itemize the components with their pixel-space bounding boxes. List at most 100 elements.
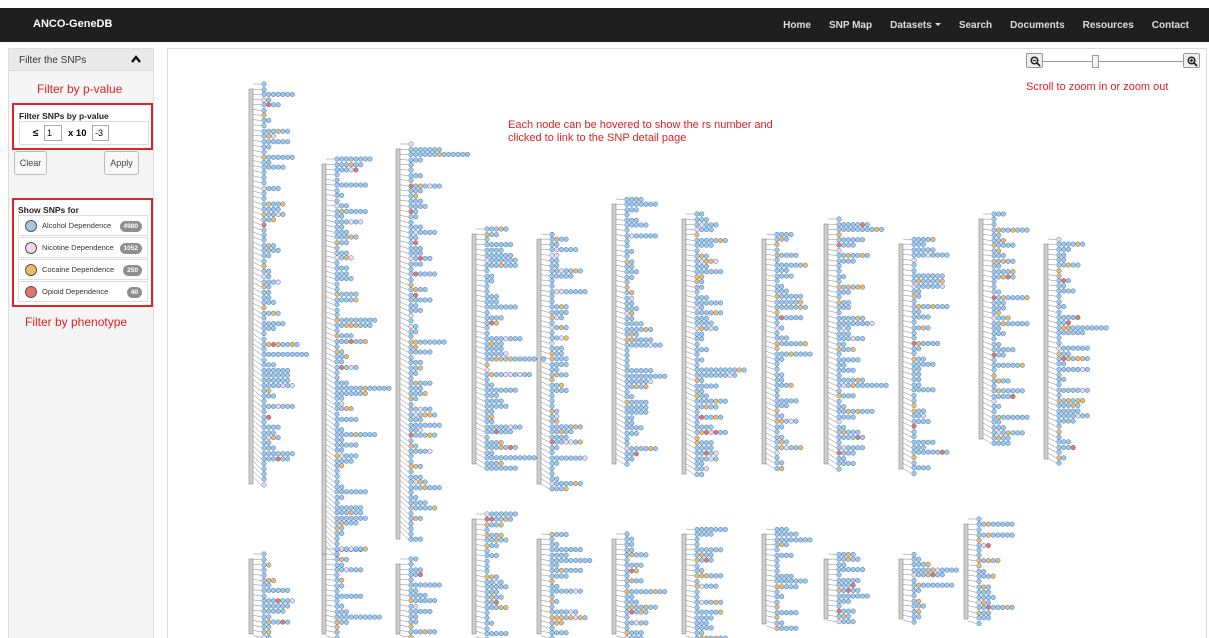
snp-node[interactable] <box>432 582 438 588</box>
snp-node[interactable] <box>417 500 423 506</box>
snp-node[interactable] <box>911 361 917 367</box>
snp-node[interactable] <box>991 419 997 425</box>
nav-home[interactable]: Home <box>783 20 811 31</box>
snp-node[interactable] <box>489 247 495 253</box>
snp-node[interactable] <box>517 424 523 430</box>
snp-node[interactable] <box>1000 331 1006 337</box>
snp-node[interactable] <box>836 466 842 472</box>
snp-node[interactable] <box>558 481 564 487</box>
snp-node[interactable] <box>489 589 495 595</box>
snp-node[interactable] <box>261 476 267 482</box>
snp-node[interactable] <box>408 198 414 204</box>
snp-node[interactable] <box>549 445 555 451</box>
snp-node[interactable] <box>708 269 714 275</box>
snp-node[interactable] <box>694 563 700 569</box>
snp-node[interactable] <box>1015 430 1021 436</box>
snp-node[interactable] <box>1065 330 1071 336</box>
snp-node[interactable] <box>699 237 705 244</box>
snp-node[interactable] <box>1010 347 1016 353</box>
snp-node[interactable] <box>348 406 354 412</box>
snp-node[interactable] <box>558 351 564 357</box>
snp-node[interactable] <box>708 552 714 558</box>
snp-node[interactable] <box>1070 262 1076 268</box>
snp-node[interactable] <box>944 582 950 588</box>
snp-node[interactable] <box>484 356 490 362</box>
snp-node[interactable] <box>1061 246 1067 252</box>
snp-node[interactable] <box>498 356 504 362</box>
snp-node[interactable] <box>408 401 414 408</box>
snp-node[interactable] <box>1000 425 1006 431</box>
snp-node[interactable] <box>638 222 644 228</box>
snp-node[interactable] <box>624 568 630 574</box>
snp-node[interactable] <box>850 460 856 466</box>
snp-node[interactable] <box>270 325 276 331</box>
snp-node[interactable] <box>629 425 635 431</box>
snp-node[interactable] <box>845 551 851 558</box>
snp-node[interactable] <box>1061 361 1067 367</box>
snp-node[interactable] <box>845 237 851 243</box>
snp-node[interactable] <box>694 573 700 579</box>
snp-node[interactable] <box>512 455 518 461</box>
snp-node[interactable] <box>991 383 997 389</box>
snp-node[interactable] <box>1010 362 1016 368</box>
snp-node[interactable] <box>996 388 1002 394</box>
snp-node[interactable] <box>836 346 842 353</box>
snp-node[interactable] <box>386 385 392 391</box>
snp-node[interactable] <box>1056 309 1062 315</box>
snp-node[interactable] <box>339 291 345 297</box>
snp-node[interactable] <box>850 608 856 614</box>
snp-node[interactable] <box>489 278 495 284</box>
snp-node[interactable] <box>976 584 982 590</box>
snp-node[interactable] <box>836 388 842 394</box>
snp-node[interactable] <box>703 573 709 579</box>
snp-node[interactable] <box>694 620 700 626</box>
snp-node[interactable] <box>261 430 267 436</box>
snp-node[interactable] <box>638 378 644 385</box>
snp-node[interactable] <box>417 463 423 469</box>
snp-node[interactable] <box>911 439 917 445</box>
snp-node[interactable] <box>573 481 579 487</box>
snp-node[interactable] <box>1005 274 1011 280</box>
snp-node[interactable] <box>996 237 1002 244</box>
snp-node[interactable] <box>1000 352 1006 358</box>
snp-node[interactable] <box>699 630 705 636</box>
snp-node[interactable] <box>558 434 564 440</box>
snp-node[interactable] <box>629 594 635 600</box>
snp-node[interactable] <box>339 546 345 552</box>
snp-node[interactable] <box>996 258 1002 264</box>
snp-node[interactable] <box>343 614 349 620</box>
snp-node[interactable] <box>925 572 931 578</box>
snp-node[interactable] <box>554 304 560 310</box>
snp-node[interactable] <box>489 294 495 300</box>
snp-node[interactable] <box>266 247 272 253</box>
snp-node[interactable] <box>860 222 866 228</box>
snp-node[interactable] <box>266 159 272 166</box>
snp-node[interactable] <box>920 408 926 414</box>
snp-node[interactable] <box>694 471 700 478</box>
snp-node[interactable] <box>850 382 856 388</box>
snp-node[interactable] <box>841 582 847 588</box>
snp-node[interactable] <box>503 252 509 259</box>
snp-node[interactable] <box>1005 242 1011 248</box>
snp-node[interactable] <box>1061 325 1067 331</box>
snp-node[interactable] <box>280 619 286 625</box>
snp-node[interactable] <box>774 231 780 238</box>
snp-node[interactable] <box>549 252 555 258</box>
snp-node[interactable] <box>427 147 433 153</box>
snp-node[interactable] <box>718 609 724 615</box>
snp-node[interactable] <box>694 414 700 420</box>
snp-node[interactable] <box>920 314 926 320</box>
snp-node[interactable] <box>976 558 982 564</box>
snp-node[interactable] <box>334 390 340 397</box>
snp-node[interactable] <box>339 333 345 339</box>
snp-node[interactable] <box>563 372 569 378</box>
snp-node[interactable] <box>563 304 569 310</box>
snp-node[interactable] <box>339 255 345 261</box>
snp-node[interactable] <box>985 589 991 595</box>
snp-node[interactable] <box>860 408 866 414</box>
snp-node[interactable] <box>708 222 714 228</box>
snp-node[interactable] <box>699 609 705 615</box>
snp-node[interactable] <box>699 357 705 363</box>
snp-node[interactable] <box>1000 321 1006 327</box>
snp-node[interactable] <box>713 269 719 275</box>
